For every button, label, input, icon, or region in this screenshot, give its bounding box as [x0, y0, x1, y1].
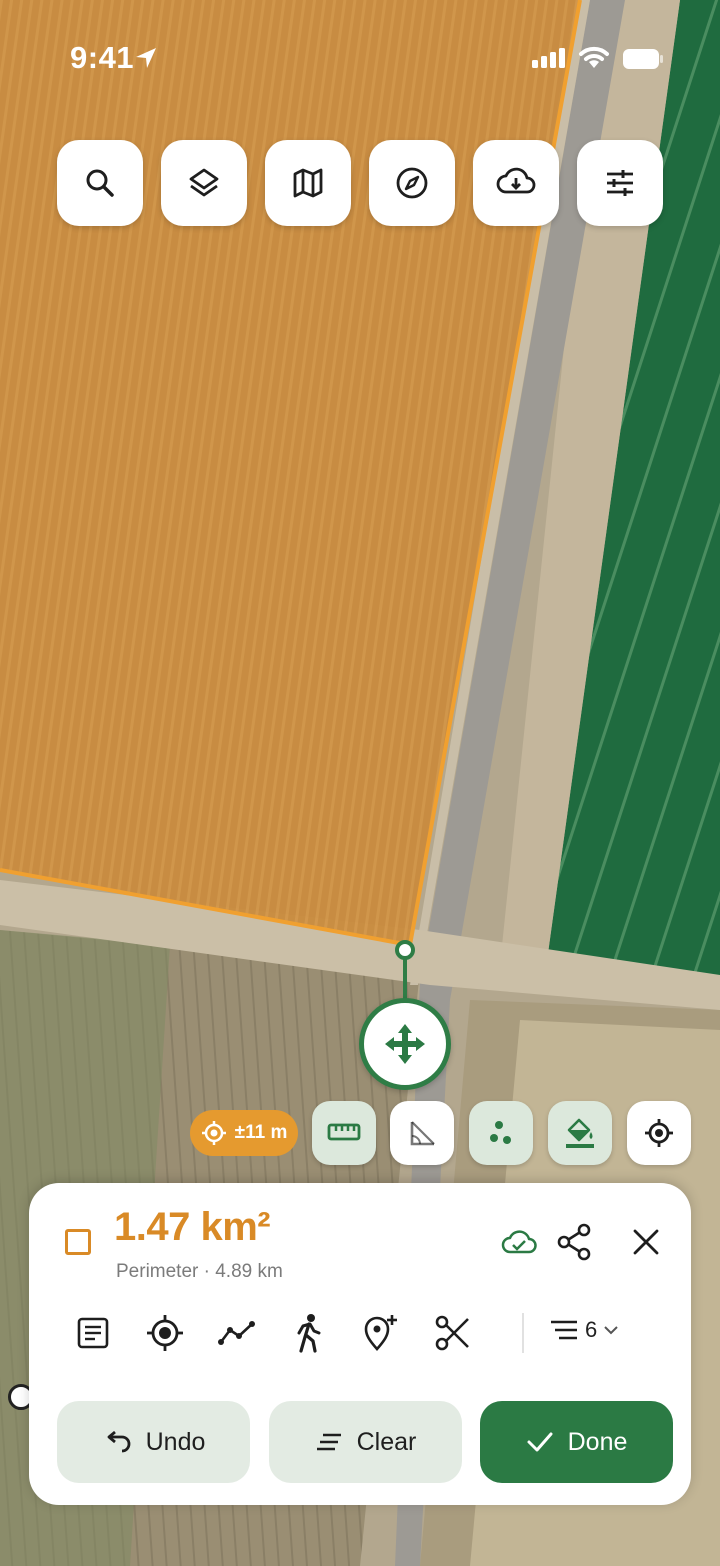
share-icon	[557, 1223, 591, 1261]
search-icon	[86, 169, 114, 197]
close-button[interactable]	[623, 1219, 669, 1265]
gps-point-button[interactable]	[137, 1305, 193, 1361]
list-icon	[551, 1320, 577, 1340]
undo-icon	[107, 1431, 130, 1453]
move-handle[interactable]	[359, 998, 451, 1090]
polyline-icon	[218, 1321, 255, 1345]
add-pin-icon	[364, 1315, 397, 1351]
done-label: Done	[567, 1427, 628, 1456]
scissors-icon	[435, 1315, 469, 1351]
cloud-synced-button[interactable]	[499, 1223, 539, 1263]
walk-icon	[297, 1314, 321, 1353]
offline-download-button[interactable]	[473, 140, 559, 226]
vertex-connector	[403, 959, 407, 999]
status-bar: 9:41	[0, 0, 720, 110]
top-toolbar	[57, 140, 663, 226]
battery-icon	[623, 49, 663, 69]
wifi-icon	[579, 46, 609, 68]
vertex-count-dropdown[interactable]: 6	[549, 1317, 619, 1343]
share-button[interactable]	[551, 1219, 597, 1265]
map-type-button[interactable]	[265, 140, 351, 226]
close-icon	[633, 1229, 659, 1255]
clear-label: Clear	[356, 1427, 417, 1456]
chevron-down-icon	[604, 1326, 618, 1335]
sheet-tools-row: 6	[57, 1305, 667, 1361]
done-button[interactable]: Done	[480, 1401, 673, 1483]
settings-button[interactable]	[577, 140, 663, 226]
fill-style-button[interactable]	[548, 1101, 612, 1165]
points-button[interactable]	[469, 1101, 533, 1165]
clear-icon	[316, 1433, 341, 1451]
undo-label: Undo	[145, 1427, 206, 1456]
gps-target-icon	[201, 1121, 226, 1145]
measurement-sheet: 1.47 km² Perimeter · 4.89 km 6 Undo Clea…	[29, 1183, 691, 1505]
compass-icon	[396, 167, 428, 199]
points-icon	[490, 1121, 511, 1144]
walk-mode-button[interactable]	[281, 1305, 337, 1361]
my-location-button[interactable]	[627, 1101, 691, 1165]
angle-button[interactable]	[390, 1101, 454, 1165]
search-button[interactable]	[57, 140, 143, 226]
notes-button[interactable]	[65, 1305, 121, 1361]
compass-button[interactable]	[369, 140, 455, 226]
select-checkbox[interactable]	[65, 1229, 91, 1255]
move-arrows-icon	[385, 1024, 425, 1064]
add-pin-button[interactable]	[353, 1305, 409, 1361]
map-icon	[293, 168, 323, 198]
cloud-download-icon	[496, 167, 536, 194]
cut-button[interactable]	[425, 1305, 481, 1361]
gps-accuracy-label: ±11 m	[234, 1122, 288, 1143]
undo-button[interactable]: Undo	[57, 1401, 250, 1483]
clear-button[interactable]: Clear	[269, 1401, 462, 1483]
location-arrow-icon	[136, 48, 156, 68]
notes-icon	[77, 1317, 109, 1349]
status-time: 9:41	[70, 40, 135, 75]
layers-icon	[189, 168, 219, 197]
perimeter-value: Perimeter · 4.89 km	[116, 1261, 283, 1282]
measure-ruler-button[interactable]	[312, 1101, 376, 1165]
check-icon	[527, 1432, 553, 1452]
tools-divider	[522, 1313, 524, 1353]
area-value: 1.47 km²	[114, 1205, 271, 1249]
polyline-button[interactable]	[209, 1305, 265, 1361]
ruler-icon	[327, 1123, 361, 1141]
gps-accuracy-badge[interactable]: ±11 m	[190, 1110, 298, 1156]
paint-bucket-icon	[566, 1118, 594, 1148]
polygon-vertex[interactable]	[395, 940, 415, 960]
layers-button[interactable]	[161, 140, 247, 226]
cloud-check-icon	[501, 1230, 537, 1254]
vertex-count-label: 6	[585, 1317, 598, 1342]
angle-icon	[410, 1121, 435, 1146]
sliders-icon	[607, 170, 633, 196]
target-icon	[147, 1315, 183, 1351]
my-location-icon	[645, 1119, 673, 1147]
cellular-signal-icon	[532, 48, 565, 68]
